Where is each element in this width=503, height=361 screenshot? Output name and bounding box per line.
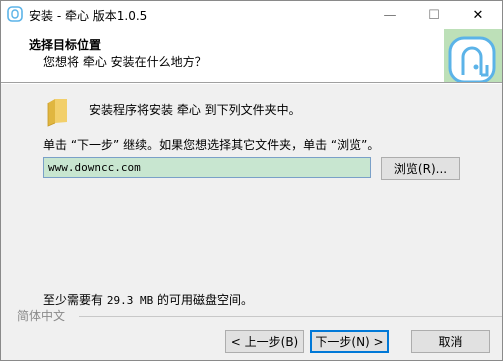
page-subtitle: 您想将 牵心 安装在什么地方？ (43, 55, 207, 69)
back-button[interactable]: < 上一步(B) (225, 330, 304, 353)
app-logo-icon (448, 36, 496, 84)
minimize-button[interactable]: — (368, 1, 412, 29)
disk-space-value: 29.3 MB (106, 294, 154, 307)
footer-divider (79, 316, 502, 317)
folder-icon (47, 99, 67, 127)
page-title: 选择目标位置 (29, 38, 102, 52)
install-path-input[interactable] (43, 157, 371, 178)
cancel-button[interactable]: 取消 (411, 330, 490, 353)
app-icon (7, 6, 23, 22)
next-button[interactable]: 下一步(N) > (310, 330, 389, 353)
wizard-header: 选择目标位置 您想将 牵心 安装在什么地方？ (1, 29, 502, 82)
disk-space-suffix: 的可用磁盘空间。 (157, 293, 254, 307)
close-button[interactable]: ✕ (456, 1, 500, 29)
header-divider-highlight (1, 83, 502, 84)
window-title: 安装 - 牵心 版本1.0.5 (29, 9, 148, 23)
installer-window: 安装 - 牵心 版本1.0.5 — ☐ ✕ 选择目标位置 您想将 牵心 安装在什… (0, 0, 503, 361)
browse-button[interactable]: 浏览(R)... (381, 157, 460, 180)
maximize-button[interactable]: ☐ (412, 1, 456, 29)
title-bar[interactable]: 安装 - 牵心 版本1.0.5 — ☐ ✕ (1, 1, 502, 29)
disk-space-text: 至少需要有 29.3 MB 的可用磁盘空间。 (43, 291, 253, 308)
disk-space-prefix: 至少需要有 (43, 293, 104, 307)
install-destination-text: 安装程序将安装 牵心 到下列文件夹中。 (89, 103, 301, 117)
instruction-text: 单击 “下一步” 继续。如果您想选择其它文件夹，单击 “浏览”。 (43, 138, 380, 152)
language-label: 简体中文 (17, 309, 66, 323)
